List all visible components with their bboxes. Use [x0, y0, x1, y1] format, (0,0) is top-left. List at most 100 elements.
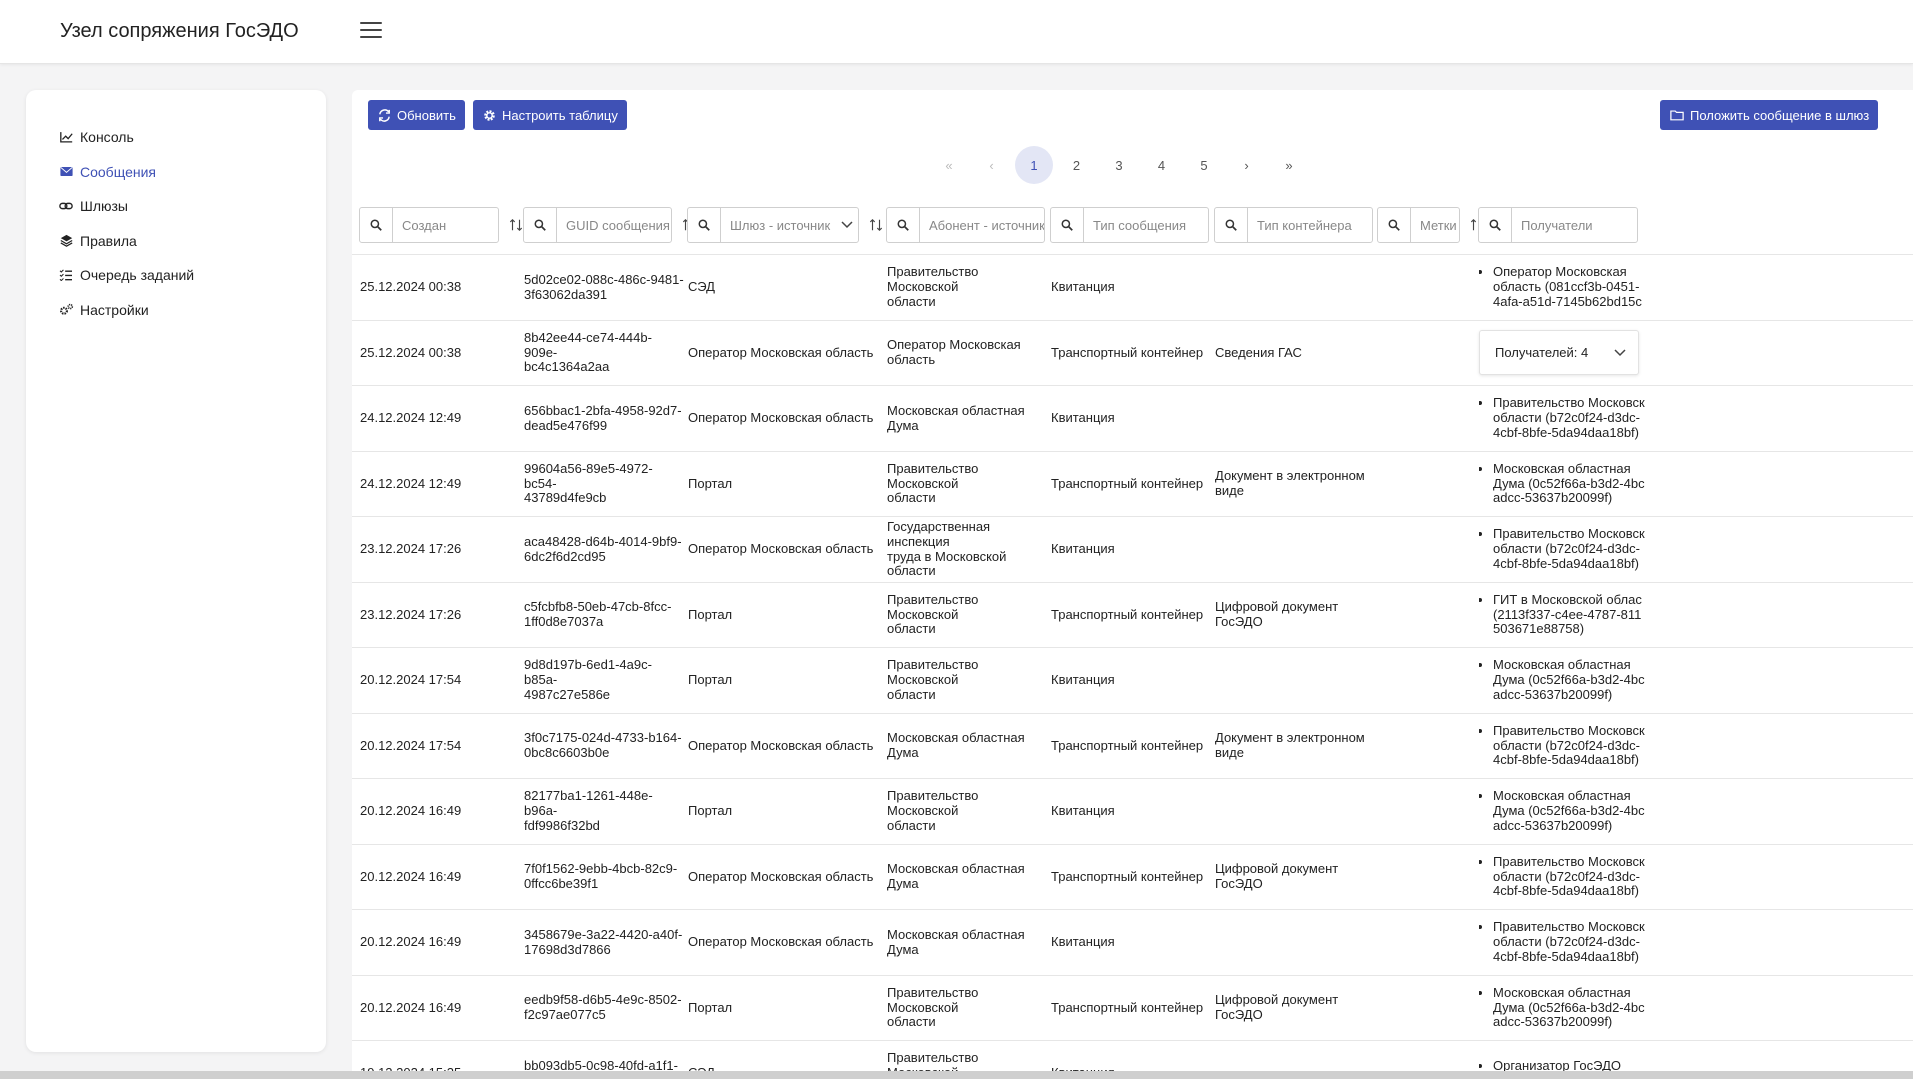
text-line: области: [887, 490, 936, 506]
search-icon[interactable]: [1378, 208, 1411, 242]
menu-toggle-icon[interactable]: [360, 22, 382, 40]
recipients-cell: Московская областнаяДума (0c52f66a-b3d2-…: [1479, 976, 1649, 1041]
sidebar-item-rules[interactable]: Правила: [26, 224, 326, 259]
message-type-filter-box: [1050, 207, 1209, 243]
search-icon[interactable]: [688, 208, 721, 242]
created-value: 25.12.2024 00:38: [360, 344, 462, 360]
table-row[interactable]: 20.12.2024 16:49 82177ba1-1261-448e-b96a-…: [352, 778, 1913, 844]
recipients-cell: Правительство Московскобласти (b72c0f24-…: [1479, 910, 1649, 975]
text-line: Московская областная: [1493, 788, 1631, 804]
created-cell: 20.12.2024 16:49: [360, 779, 510, 844]
next-page-button[interactable]: ›: [1228, 146, 1266, 184]
refresh-button[interactable]: Обновить: [368, 100, 465, 130]
recipients-list: Правительство Московскобласти (b72c0f24-…: [1479, 854, 1645, 900]
text-line: 0bc8c6603b0e: [524, 745, 610, 760]
text-line: eedb9f58-d6b5-4e9c-8502-: [524, 992, 682, 1008]
page-button[interactable]: 2: [1058, 146, 1096, 184]
subscriber-cell: Московская областная Дума: [887, 910, 1047, 975]
text-line: Правительство Московской: [887, 984, 979, 1015]
subscriber-cell: Правительство Московскойобласти: [887, 648, 1047, 713]
gateway-value: Портал: [688, 672, 733, 688]
recipients-dropdown[interactable]: Получателей: 4: [1479, 329, 1639, 375]
first-page-button[interactable]: «: [930, 146, 968, 184]
guid-filter-input[interactable]: [557, 208, 671, 242]
refresh-icon: [378, 108, 391, 122]
last-page-button[interactable]: »: [1270, 146, 1308, 184]
sidebar-item-console[interactable]: Консоль: [26, 120, 326, 155]
prev-page-button[interactable]: ‹: [973, 146, 1011, 184]
sidebar-item-messages[interactable]: Сообщения: [26, 155, 326, 190]
sidebar-item-label: Очередь заданий: [80, 267, 195, 284]
page-button[interactable]: 3: [1100, 146, 1138, 184]
text-line: области (b72c0f24-d3dc-: [1493, 737, 1640, 753]
subscriber-filter-box: [886, 207, 1045, 243]
text-line: Документ в электронном: [1215, 468, 1365, 484]
page-button[interactable]: 1: [1015, 146, 1053, 184]
cogs-icon: [58, 302, 74, 318]
table-row[interactable]: 20.12.2024 16:49 eedb9f58-d6b5-4e9c-8502-…: [352, 974, 1913, 1041]
subscriber-filter-input[interactable]: [920, 208, 1044, 242]
text-line: Дума (0c52f66a-b3d2-4bc: [1493, 803, 1645, 819]
message-type-filter-input[interactable]: [1084, 208, 1208, 242]
list-item: Правительство Московскобласти (b72c0f24-…: [1493, 919, 1645, 965]
text-line: Дума (0c52f66a-b3d2-4bc: [1493, 475, 1645, 491]
recipients-cell: ГИТ в Московской облас(2113f337-c4ee-478…: [1479, 583, 1649, 648]
text-line: области: [887, 621, 936, 637]
table-row[interactable]: 24.12.2024 12:49 99604a56-89e5-4972-bc54-…: [352, 450, 1913, 517]
search-icon[interactable]: [360, 208, 393, 242]
container-type-filter-input[interactable]: [1248, 208, 1372, 242]
chart-line-icon: [58, 129, 74, 145]
messages-panel: Обновить Настроить таблицу Положить сооб…: [352, 90, 1913, 1079]
pagination: « ‹ 1 2 3 4 5 › »: [930, 146, 1313, 184]
recipients-filter-input[interactable]: [1512, 208, 1637, 242]
page-button[interactable]: 4: [1143, 146, 1181, 184]
configure-table-button[interactable]: Настроить таблицу: [473, 100, 627, 130]
text-line: области: [887, 1014, 936, 1030]
list-item: Московская областнаяДума (0c52f66a-b3d2-…: [1493, 985, 1645, 1031]
gateway-cell: Оператор Московская область: [688, 517, 878, 582]
table-row[interactable]: 20.12.2024 16:49 3458679e-3a22-4420-a40f-…: [352, 909, 1913, 975]
table-row[interactable]: 25.12.2024 00:38 5d02ce02-088c-486c-9481-…: [352, 254, 1913, 320]
text-line: 4afa-a51d-7145b62bd15c: [1493, 293, 1642, 309]
container-type-cell: Сведения ГАС: [1215, 321, 1385, 386]
sort-icon[interactable]: [509, 218, 523, 232]
guid-cell: 7f0f1562-9ebb-4bcb-82c9- 0ffcc6be39f1: [524, 845, 684, 910]
message-type-value: Квитанция: [1051, 279, 1115, 295]
table-row[interactable]: 20.12.2024 16:49 7f0f1562-9ebb-4bcb-82c9-…: [352, 843, 1913, 910]
table-row[interactable]: 20.12.2024 17:54 3f0c7175-024d-4733-b164-…: [352, 712, 1913, 779]
tags-filter-input[interactable]: [1411, 208, 1459, 242]
chevron-down-icon[interactable]: [836, 221, 858, 229]
table-row[interactable]: 25.12.2024 00:38 8b42ee44-ce74-444b-909e-…: [352, 319, 1913, 386]
search-icon[interactable]: [887, 208, 920, 242]
sidebar-item-settings[interactable]: Настройки: [26, 293, 326, 328]
created-value: 24.12.2024 12:49: [360, 475, 462, 491]
text-line: области: [887, 293, 936, 309]
folder-icon: [1670, 109, 1684, 121]
table-row[interactable]: 20.12.2024 17:54 9d8d197b-6ed1-4a9c-b85a-…: [352, 647, 1913, 713]
search-icon[interactable]: [524, 208, 557, 242]
search-icon[interactable]: [1215, 208, 1248, 242]
chevron-down-icon: [1614, 345, 1626, 360]
table-row[interactable]: 24.12.2024 12:49 656bbac1-2bfa-4958-92d7-…: [352, 385, 1913, 451]
text-line: области: [887, 817, 936, 833]
sort-icon[interactable]: [869, 218, 883, 232]
table-row[interactable]: 23.12.2024 17:26 aca48428-d64b-4014-9bf9-…: [352, 516, 1913, 582]
sidebar-item-gateways[interactable]: Шлюзы: [26, 189, 326, 224]
gateway-filter-input[interactable]: [721, 208, 836, 242]
created-filter-input[interactable]: [393, 208, 498, 242]
search-icon[interactable]: [1051, 208, 1084, 242]
gateway-filter: [687, 207, 883, 243]
filter-row: [352, 207, 1913, 243]
guid-cell: 99604a56-89e5-4972-bc54- 43789d4fe9cb: [524, 452, 684, 517]
page-button[interactable]: 5: [1185, 146, 1223, 184]
configure-table-label: Настроить таблицу: [502, 107, 618, 123]
table-row[interactable]: 23.12.2024 17:26 c5fcbfb8-50eb-47cb-8fcc-…: [352, 581, 1913, 648]
search-icon[interactable]: [1479, 208, 1512, 242]
layers-icon: [58, 233, 74, 249]
text-line: Правительство Московской: [887, 788, 979, 819]
gear-icon: [483, 109, 496, 122]
sidebar-item-task-queue[interactable]: Очередь заданий: [26, 258, 326, 293]
put-message-button[interactable]: Положить сообщение в шлюз: [1660, 100, 1878, 130]
text-line: 3458679e-3a22-4420-a40f-: [524, 926, 683, 942]
text-line: 8b42ee44-ce74-444b-909e-: [524, 329, 652, 360]
